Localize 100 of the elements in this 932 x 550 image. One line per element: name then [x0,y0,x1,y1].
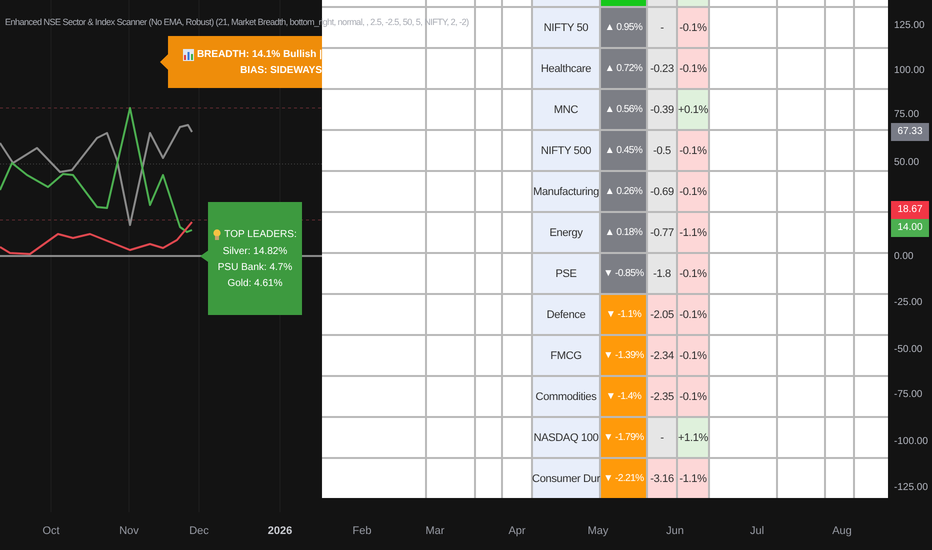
table-cell: -1.1% [678,213,708,252]
table-cell: -0.1% [678,254,708,293]
empty-cell [427,49,474,88]
empty-cell [503,0,531,6]
empty-cell [503,254,531,293]
empty-cell [826,336,853,375]
table-cell: -0.1% [678,49,708,88]
price-badge: 18.67 [891,201,929,219]
empty-cell [503,172,531,211]
empty-cell [427,213,474,252]
axis-label: Feb [352,525,372,537]
empty-cell [826,254,853,293]
empty-cell [476,295,501,334]
table-cell: -0.5 [648,131,676,170]
empty-cell [710,295,776,334]
table-cell: MNC [533,90,599,129]
empty-cell [778,131,824,170]
empty-cell [427,8,474,47]
table-cell: - [648,418,676,457]
table-cell: -0.1% [678,172,708,211]
table-cell: +1.1% [678,418,708,457]
empty-cell [826,0,853,6]
empty-cell [778,90,824,129]
bar-chart-icon [182,48,194,60]
axis-label: Jun [665,525,685,537]
empty-cell [778,295,824,334]
empty-cell [503,90,531,129]
table-cell: -3.16 [648,459,676,498]
axis-label: Mar [424,525,446,537]
axis-label: -25.00 [894,296,922,310]
empty-cell [855,213,888,252]
empty-cell [855,131,888,170]
empty-cell [476,377,501,416]
axis-label: 75.00 [894,108,920,122]
axis-label: May [586,525,610,537]
axis-label: 50.00 [894,156,920,170]
empty-cell [427,0,474,6]
empty-cell [826,131,853,170]
empty-cell [710,459,776,498]
table-cell: -2.35 [648,377,676,416]
empty-cell [503,213,531,252]
empty-cell [778,418,824,457]
table-cell: FMCG [533,336,599,375]
table-cell: ▲ 0.26% [601,172,646,211]
empty-cell [476,90,501,129]
empty-cell [855,90,888,129]
table-cell: Commodities [533,377,599,416]
table-cell: -0.1% [678,8,708,47]
empty-cell [826,295,853,334]
empty-cell [855,459,888,498]
table-cell: -2.05 [648,295,676,334]
table-cell: PSE [533,254,599,293]
table-cell: -0.23 [648,49,676,88]
empty-cell [476,254,501,293]
table-cell: -0.1% [678,377,708,416]
table-cell: -1.1% [678,459,708,498]
empty-cell [778,336,824,375]
axis-label: -100.00 [894,435,928,449]
price-badge: 67.33 [891,123,929,141]
table-cell: ▲ 0.72% [601,49,646,88]
empty-cell [855,172,888,211]
empty-cell [826,49,853,88]
table-cell: ▼ -1.1% [601,295,646,334]
table-cell: ▲ 0.95% [601,8,646,47]
empty-cell [427,254,474,293]
table-cell: -2.34 [648,336,676,375]
label-text: BREADTH: 14.1% Bullish | [196,49,322,60]
label-text: PSU Bank: 4.7% [218,262,292,272]
axis-label: Jul [748,525,766,537]
table-cell: Consumer Dur [533,459,599,498]
empty-cell [427,90,474,129]
empty-cell [778,0,824,6]
empty-cell [710,336,776,375]
table-cell: - [648,8,676,47]
table-cell: NIFTY 50 [533,8,599,47]
table-cell: Manufacturing [533,172,599,211]
table-cell: ▲ 0.18% [601,213,646,252]
empty-cell [826,418,853,457]
empty-cell [476,49,501,88]
empty-cell [710,49,776,88]
empty-cell [427,377,474,416]
empty-cell [503,459,531,498]
empty-cell [826,377,853,416]
table-cell: -0.1% [678,295,708,334]
axis-label: -125.00 [894,481,928,495]
empty-cell [476,131,501,170]
axis-label: Nov [118,525,140,537]
axis-label: -50.00 [894,343,922,357]
price-badge: 14.00 [891,219,929,237]
table-cell: -0.77 [648,213,676,252]
empty-cell [855,377,888,416]
axis-label: -75.00 [894,388,922,402]
empty-cell [503,49,531,88]
empty-cell [826,172,853,211]
empty-cell [855,49,888,88]
table-cell: NASDAQ 100 [533,418,599,457]
table-cell: Healthcare [533,49,599,88]
table-cell: ▲ 0.56% [601,90,646,129]
empty-cell [710,377,776,416]
empty-cell [778,8,824,47]
